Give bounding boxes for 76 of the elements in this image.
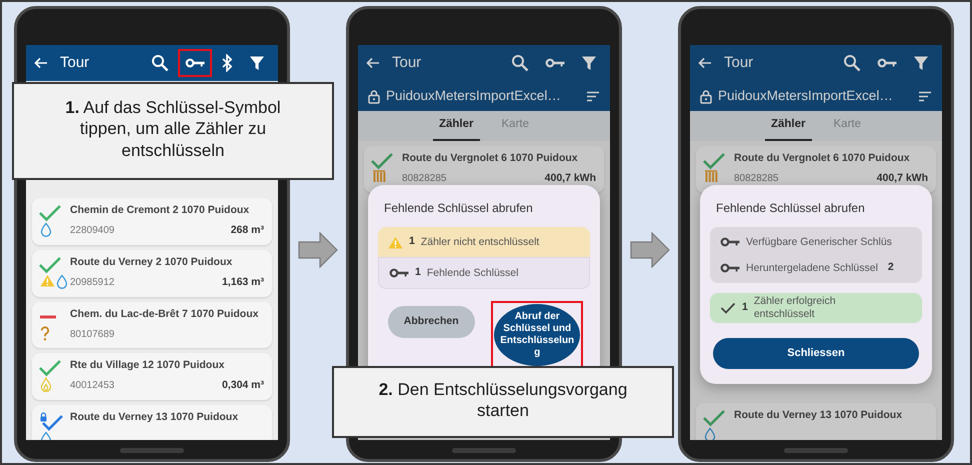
key-icon bbox=[389, 268, 409, 278]
sort-icon[interactable] bbox=[918, 90, 932, 102]
meter-card[interactable]: Route du Verney 2 1070 Puidoux 20985912 1,163 m³ bbox=[32, 250, 272, 297]
home-bar bbox=[784, 448, 848, 453]
count-text: 1 bbox=[415, 265, 421, 280]
dialog-button[interactable]: Abbrechen bbox=[388, 306, 475, 338]
meter-card[interactable]: Route du Verney 13 1070 Puidoux bbox=[696, 403, 936, 440]
key-icon bbox=[185, 58, 205, 68]
key-button[interactable] bbox=[178, 49, 212, 77]
search-icon bbox=[843, 54, 861, 72]
tour-name: PuidouxMetersImportExcel… bbox=[386, 86, 561, 105]
tab[interactable]: Zähler bbox=[432, 111, 480, 141]
lock-icon bbox=[700, 88, 712, 104]
address-text: Chemin de Cremont 2 1070 Puidoux bbox=[70, 204, 250, 218]
meter-reading: 268 m³ bbox=[230, 223, 264, 238]
check-icon bbox=[720, 302, 736, 314]
row-text: Zähler erfolgreich entschlüsselt bbox=[754, 295, 837, 321]
app-title: Tour bbox=[724, 52, 754, 73]
key-icon bbox=[720, 237, 740, 247]
search-icon bbox=[511, 54, 529, 72]
dialog-title: Fehlende Schlüssel abrufen bbox=[716, 200, 866, 217]
dialog-button[interactable]: Schliessen bbox=[713, 338, 919, 368]
meter-card[interactable]: Chemin de Cremont 2 1070 Puidoux 22809409 268 m³ bbox=[32, 198, 272, 245]
tab[interactable]: Zähler bbox=[764, 111, 812, 141]
back-icon[interactable] bbox=[698, 57, 712, 69]
back-icon[interactable] bbox=[366, 57, 380, 69]
lock-icon bbox=[368, 88, 380, 104]
meter-number: 80107689 bbox=[70, 328, 114, 342]
count-text: 1 bbox=[742, 300, 748, 316]
home-bar bbox=[120, 448, 184, 453]
dialog-button[interactable]: Abruf der Schlüssel und Entschlüsselung bbox=[494, 304, 580, 366]
address-text: Route du Vergnolet 6 1070 Puidoux bbox=[402, 152, 579, 166]
row-text: Fehlende Schlüssel bbox=[426, 266, 518, 280]
address-text: Route du Verney 13 1070 Puidoux bbox=[70, 410, 240, 424]
dialog-title: Fehlende Schlüssel abrufen bbox=[384, 200, 534, 217]
meter-reading: 400,7 kWh bbox=[544, 171, 596, 186]
app-title: Tour bbox=[60, 52, 90, 73]
address-text: Chem. du Lac-de-Brêt 7 1070 Puidoux bbox=[70, 308, 260, 321]
bluetooth-icon bbox=[221, 54, 233, 72]
meter-reading: 0,304 m³ bbox=[222, 378, 264, 393]
address-text: Route du Vergnolet 6 1070 Puidoux bbox=[734, 152, 911, 166]
filter-icon bbox=[249, 55, 265, 71]
meter-number: 80828285 bbox=[734, 172, 778, 186]
sort-icon[interactable] bbox=[586, 90, 600, 102]
key-icon bbox=[877, 58, 897, 68]
meter-number: 20985912 bbox=[70, 276, 114, 290]
meter-number: 40012453 bbox=[70, 379, 114, 393]
home-bar bbox=[452, 448, 516, 453]
back-icon[interactable] bbox=[34, 57, 48, 69]
search-icon bbox=[151, 54, 169, 72]
tour-name: PuidouxMetersImportExcel… bbox=[718, 86, 893, 105]
address-text: Route du Verney 13 1070 Puidoux bbox=[734, 409, 904, 422]
address-text: Route du Verney 2 1070 Puidoux bbox=[70, 256, 234, 269]
meter-reading: 1,163 m³ bbox=[222, 275, 264, 290]
meter-card[interactable]: Route du Verney 13 1070 Puidoux bbox=[32, 404, 272, 440]
right-arrow-icon bbox=[630, 232, 670, 268]
filter-icon bbox=[913, 55, 929, 71]
row-text: Verfügbare Generischer Schlüs bbox=[746, 236, 892, 248]
count-text: 1 bbox=[409, 234, 415, 250]
meter-number: 80828285 bbox=[402, 172, 446, 186]
callout-text: 2. Den Entschlüsselungsvorgang starten bbox=[332, 366, 674, 438]
meter-reading: 400,7 kWh bbox=[876, 171, 928, 186]
app-title: Tour bbox=[392, 52, 422, 73]
meter-number: 22809409 bbox=[70, 224, 114, 238]
meter-card[interactable]: Chem. du Lac-de-Brêt 7 1070 Puidoux 80107689 bbox=[32, 302, 272, 348]
row-text: Heruntergeladene Schlüssel bbox=[746, 262, 878, 274]
right-arrow-icon bbox=[298, 232, 338, 268]
meter-card[interactable]: Rte du Village 12 1070 Puidoux 40012453 0,304 m³ bbox=[32, 352, 272, 400]
warning-icon bbox=[388, 236, 403, 248]
filter-icon bbox=[581, 55, 597, 71]
key-icon bbox=[545, 58, 565, 68]
key-icon bbox=[720, 263, 740, 273]
count-text: 2 bbox=[888, 260, 894, 276]
address-text: Rte du Village 12 1070 Puidoux bbox=[70, 358, 226, 372]
callout-text: 1. Auf das Schlüssel-Symbol tippen, um alle Zähler zu entschlüsseln bbox=[12, 82, 334, 180]
row-text: Zähler nicht entschlüsselt bbox=[420, 236, 540, 248]
